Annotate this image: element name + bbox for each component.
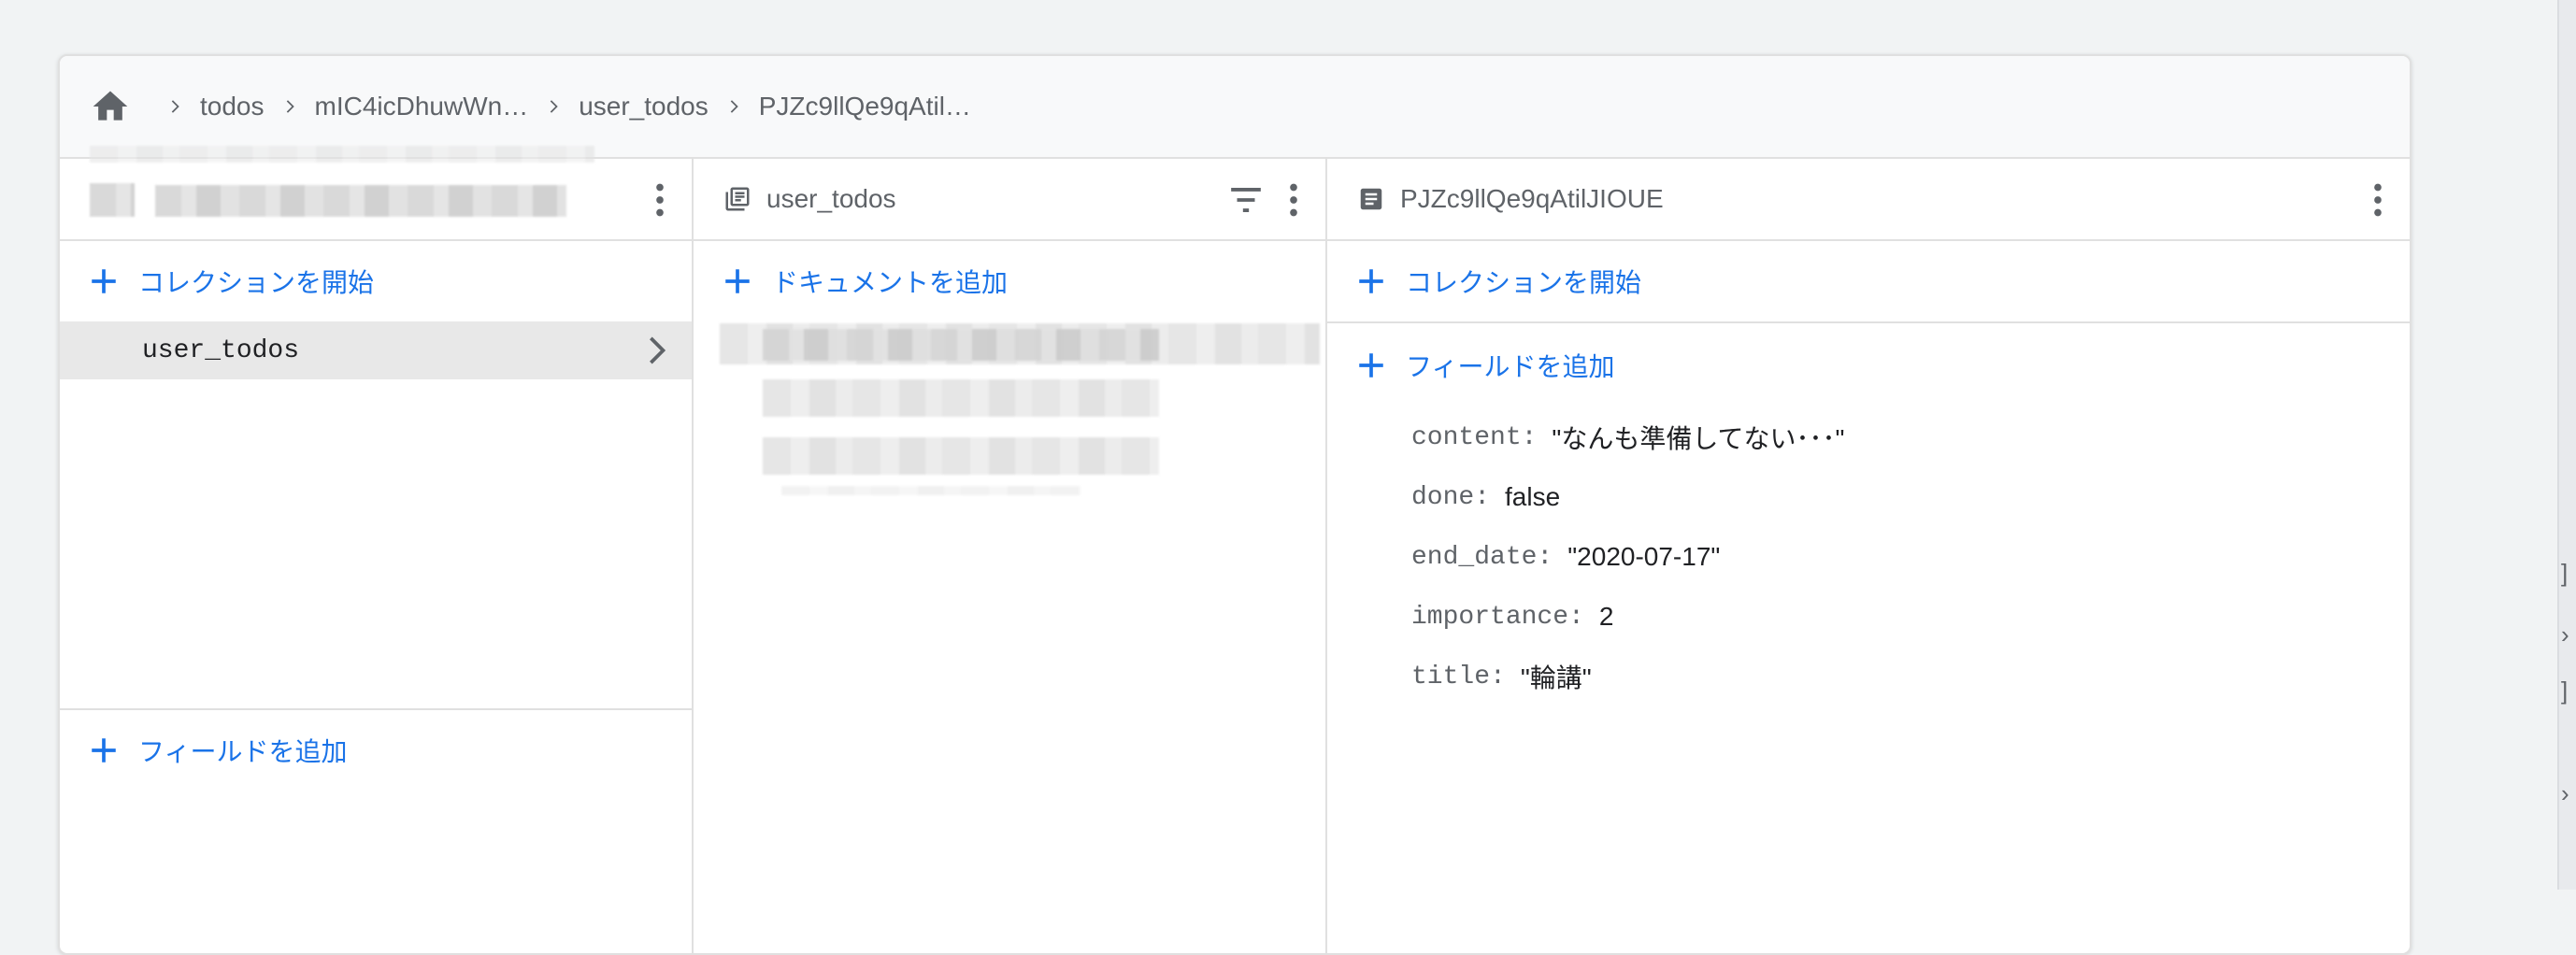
field-key: content:: [1411, 422, 1538, 452]
add-document-button[interactable]: ドキュメントを追加: [694, 241, 1325, 321]
edge-glyph: ]: [2561, 677, 2569, 705]
collection-column: user_todos ドキュメントを追加: [694, 159, 1327, 953]
start-collection-label: コレクションを開始: [138, 268, 375, 297]
field-value: "輪講": [1520, 663, 1592, 692]
plus-icon: [92, 738, 116, 763]
breadcrumb-item-user-doc[interactable]: mIC4icDhuwWn…: [315, 92, 529, 121]
column-header: user_todos: [694, 159, 1325, 241]
collection-item-label: user_todos: [142, 335, 300, 365]
add-field-button[interactable]: フィールドを追加: [1327, 323, 2410, 407]
document-column: PJZc9llQe9qAtilJIOUE コレクションを開始 フィールドを追加: [1327, 159, 2410, 953]
chevron-right-icon: [286, 100, 294, 113]
filter-icon[interactable]: [1228, 185, 1264, 215]
collection-item-user-todos[interactable]: user_todos: [60, 321, 692, 379]
field-value: "2020-07-17": [1567, 542, 1721, 571]
field-value: false: [1505, 482, 1561, 511]
redacted-document-row[interactable]: [763, 437, 1159, 475]
collection-title: user_todos: [766, 184, 896, 213]
breadcrumb-item-todo-doc[interactable]: PJZc9llQe9qAtil…: [759, 92, 971, 121]
start-collection-button[interactable]: コレクションを開始: [1327, 241, 2410, 321]
breadcrumb-item-user-todos[interactable]: user_todos: [579, 92, 708, 121]
edge-glyph: ›: [2561, 779, 2569, 807]
edge-glyph: ]: [2561, 559, 2569, 587]
field-row-done[interactable]: done: false: [1327, 467, 2410, 527]
field-key: importance:: [1411, 602, 1584, 632]
redacted-document-id: [763, 329, 1159, 361]
start-collection-button[interactable]: コレクションを開始: [60, 241, 692, 321]
field-list: content: "なんも準備してない･･･" done: false end_…: [1327, 407, 2410, 706]
column-header: [60, 146, 692, 241]
start-collection-label: コレクションを開始: [1406, 268, 1642, 297]
field-row-content[interactable]: content: "なんも準備してない･･･": [1327, 407, 2410, 467]
chevron-right-icon: [650, 336, 665, 364]
edge-glyph: ›: [2561, 620, 2569, 649]
firestore-data-panel: todos mIC4icDhuwWn… user_todos PJZc9llQe…: [58, 54, 2411, 955]
more-vert-icon[interactable]: [2372, 183, 2383, 217]
column-header: PJZc9llQe9qAtilJIOUE: [1327, 159, 2410, 241]
field-key: end_date:: [1411, 542, 1553, 572]
data-columns: コレクションを開始 user_todos フィールドを追加 user_todos…: [60, 146, 2410, 953]
chevron-right-icon: [730, 100, 738, 113]
add-field-label: フィールドを追加: [1406, 352, 1615, 381]
field-row-title[interactable]: title: "輪講": [1327, 647, 2410, 706]
add-field-button[interactable]: フィールドを追加: [60, 710, 692, 791]
document-icon: [1360, 188, 1382, 210]
parent-document-column: コレクションを開始 user_todos フィールドを追加: [60, 146, 694, 953]
redacted-strip: [90, 146, 594, 163]
field-value: 2: [1598, 602, 1614, 631]
more-vert-icon[interactable]: [1288, 183, 1299, 217]
redacted-title: [155, 185, 566, 217]
chevron-right-icon: [550, 100, 558, 113]
breadcrumb: todos mIC4icDhuwWn… user_todos PJZc9llQe…: [60, 56, 2410, 159]
field-row-end-date[interactable]: end_date: "2020-07-17": [1327, 527, 2410, 587]
home-icon[interactable]: [90, 86, 131, 127]
redacted-icon: [90, 183, 135, 217]
more-vert-icon[interactable]: [654, 183, 665, 217]
chevron-right-icon: [171, 100, 179, 113]
add-document-label: ドキュメントを追加: [772, 268, 1009, 297]
plus-icon: [92, 269, 116, 293]
plus-icon: [725, 269, 750, 293]
collection-icon: [725, 187, 750, 211]
adjacent-window-edge: ] › ] ›: [2557, 0, 2576, 890]
redacted-document-row: [781, 486, 1080, 495]
plus-icon: [1359, 269, 1383, 293]
redacted-document-row[interactable]: [763, 379, 1159, 417]
add-field-label: フィールドを追加: [138, 737, 348, 766]
field-key: title:: [1411, 662, 1506, 691]
field-value: "なんも準備してない･･･": [1552, 424, 1845, 453]
document-title: PJZc9llQe9qAtilJIOUE: [1400, 184, 1664, 213]
plus-icon: [1359, 353, 1383, 378]
field-row-importance[interactable]: importance: 2: [1327, 587, 2410, 647]
field-key: done:: [1411, 482, 1491, 512]
breadcrumb-item-todos[interactable]: todos: [200, 92, 265, 121]
